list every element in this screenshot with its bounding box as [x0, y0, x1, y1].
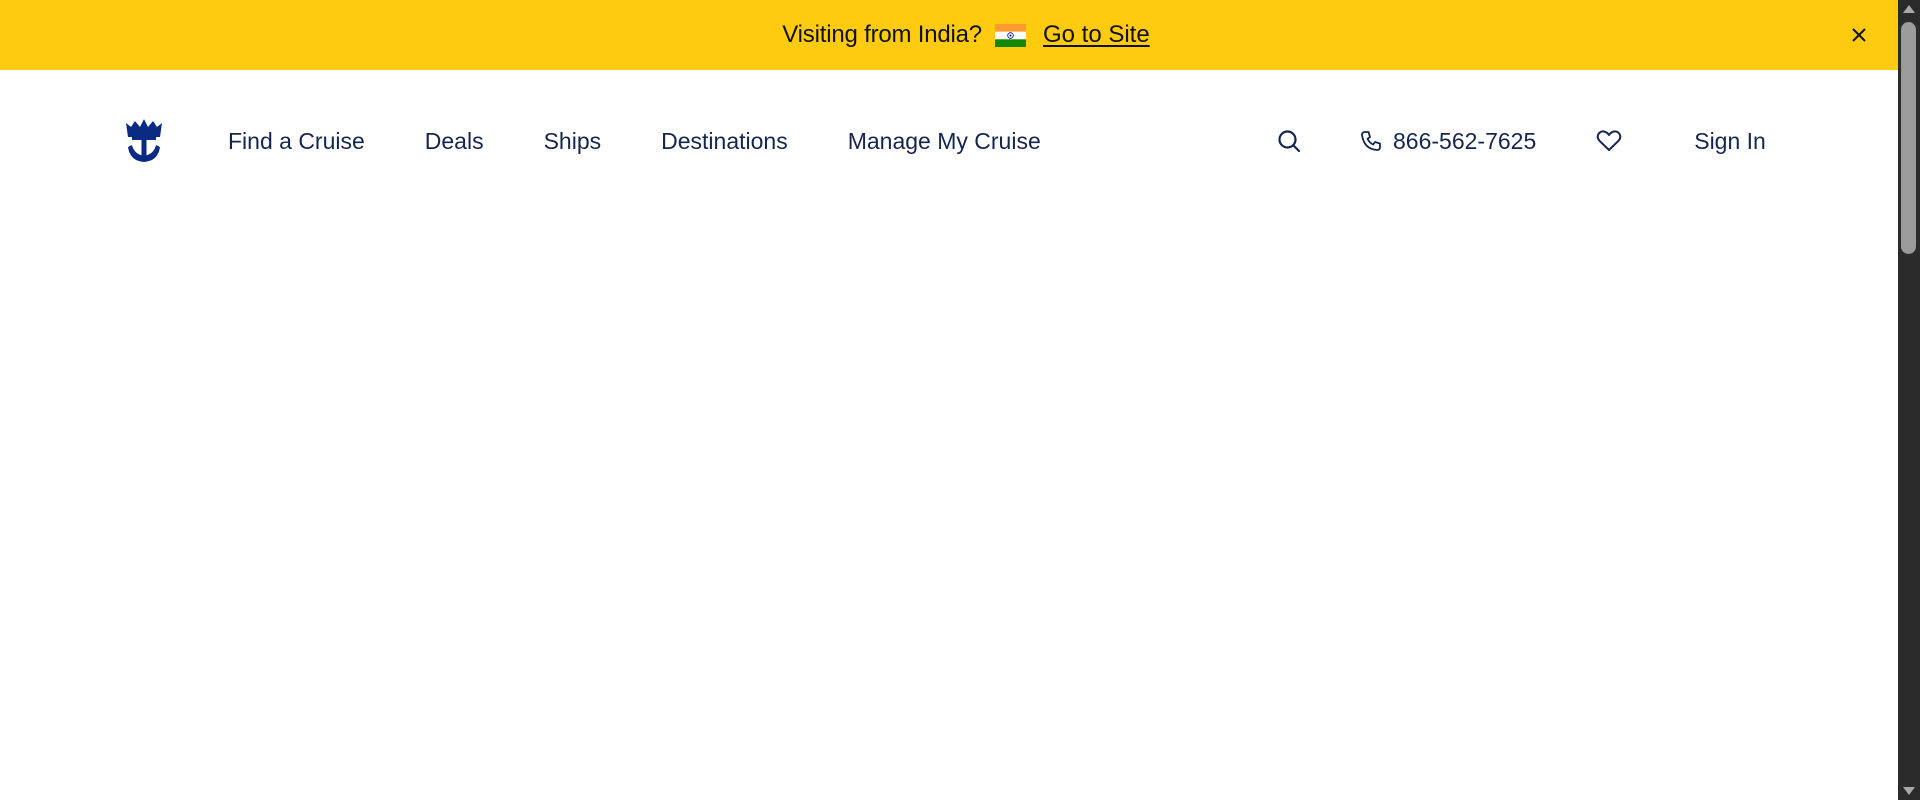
india-flag-icon — [994, 23, 1026, 47]
nav-find-a-cruise[interactable]: Find a Cruise — [228, 126, 365, 156]
phone-number: 866-562-7625 — [1393, 127, 1537, 154]
search-icon[interactable] — [1276, 128, 1302, 154]
phone-icon — [1361, 131, 1381, 151]
scroll-down-arrow-icon[interactable] — [1903, 787, 1915, 795]
close-icon[interactable] — [1848, 24, 1870, 46]
crown-anchor-logo-icon[interactable] — [124, 119, 164, 162]
sign-in-link[interactable]: Sign In — [1694, 128, 1766, 155]
scroll-up-arrow-icon[interactable] — [1903, 5, 1915, 13]
heart-icon[interactable] — [1596, 129, 1622, 153]
header-tools: 866-562-7625 Sign In — [1276, 126, 1766, 156]
country-banner: Visiting from India? Go to Site — [0, 0, 1898, 70]
site-header: Find a Cruise Deals Ships Destinations M… — [0, 70, 1898, 212]
nav-ships[interactable]: Ships — [544, 126, 602, 156]
phone-link[interactable]: 866-562-7625 — [1360, 128, 1536, 155]
nav-destinations[interactable]: Destinations — [661, 126, 788, 156]
go-to-site-link[interactable]: Go to Site — [1043, 21, 1150, 49]
scroll-thumb[interactable] — [1901, 22, 1916, 254]
nav-deals[interactable]: Deals — [425, 126, 484, 156]
main-nav: Find a Cruise Deals Ships Destinations M… — [228, 126, 1101, 156]
banner-message: Visiting from India? — [782, 21, 982, 48]
nav-manage-my-cruise[interactable]: Manage My Cruise — [848, 126, 1041, 156]
vertical-scrollbar[interactable] — [1898, 0, 1920, 800]
browser-viewport: Visiting from India? Go to Site Find a C… — [0, 0, 1898, 800]
page: Visiting from India? Go to Site Find a C… — [0, 0, 1920, 800]
banner-content: Visiting from India? Go to Site — [782, 21, 1149, 49]
